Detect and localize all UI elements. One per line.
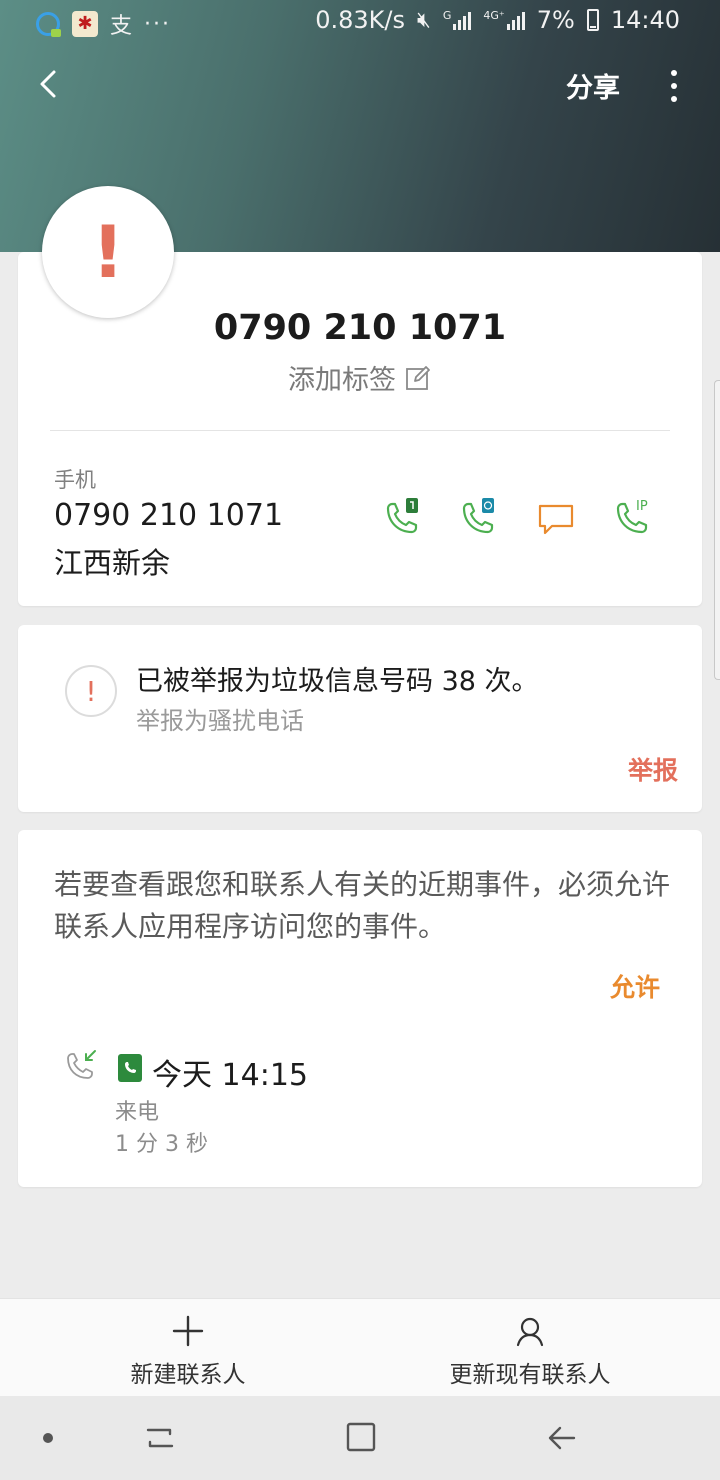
edit-icon — [406, 365, 430, 390]
add-tag-button[interactable]: 添加标签 — [18, 358, 702, 397]
spam-report-card: ! 已被举报为垃圾信息号码 38 次。 举报为骚扰电话 举报 — [18, 625, 702, 812]
call-type: 来电 — [115, 1100, 160, 1125]
ip-call-icon: IP — [616, 499, 648, 534]
top-app-bar: 分享 — [0, 56, 720, 116]
report-button[interactable]: 举报 — [628, 751, 678, 787]
message-icon — [538, 504, 574, 535]
more-dot-icon — [671, 70, 677, 76]
nav-dot-button[interactable] — [26, 1416, 70, 1460]
notification-app-icon-2: ✱ — [72, 11, 98, 37]
home-square-icon — [346, 1422, 376, 1452]
phone-type-label: 手机 — [54, 468, 96, 492]
ip-call-button[interactable]: IP — [610, 496, 654, 540]
person-icon — [516, 1317, 544, 1347]
call-sim2-button[interactable] — [456, 496, 500, 540]
clock: 14:40 — [610, 6, 680, 34]
signal-icon-2: 4G⁺ — [483, 10, 525, 30]
more-dot-icon — [671, 96, 677, 102]
home-button[interactable] — [338, 1416, 382, 1460]
battery-percent: 7% — [536, 6, 575, 34]
battery-icon — [586, 9, 599, 31]
contact-avatar: ! — [42, 186, 174, 318]
more-dot-icon — [671, 83, 677, 89]
call-sim1-button[interactable] — [380, 496, 424, 540]
new-contact-label: 新建联系人 — [130, 1362, 246, 1388]
dot-icon — [43, 1433, 53, 1443]
phone-number[interactable]: 0790 210 1071 — [54, 498, 283, 533]
new-contact-button[interactable]: 新建联系人 — [38, 1313, 338, 1389]
phone-call-icon — [386, 498, 418, 534]
update-contact-label: 更新现有联系人 — [449, 1362, 611, 1388]
alipay-icon: 支 — [110, 14, 133, 39]
phone-call-icon — [462, 498, 494, 534]
call-duration: 1 分 3 秒 — [115, 1132, 208, 1157]
recent-apps-icon — [146, 1428, 174, 1448]
send-message-button[interactable] — [534, 496, 578, 540]
more-options-button[interactable] — [664, 66, 684, 106]
sim-icon — [118, 1054, 142, 1082]
share-button[interactable]: 分享 — [566, 66, 620, 105]
more-notifications-icon: ··· — [144, 11, 171, 37]
update-contact-button[interactable]: 更新现有联系人 — [380, 1313, 680, 1389]
plus-icon — [172, 1315, 204, 1347]
status-bar: ✱ 支 ··· 0.83K/s 🔇︎ G 4G⁺ 7% 14:40 — [0, 0, 720, 44]
divider — [50, 430, 670, 431]
network-speed: 0.83K/s — [315, 6, 405, 34]
warning-icon: ! — [65, 665, 117, 717]
phone-region: 江西新余 — [54, 546, 171, 580]
spam-report-subtitle: 举报为骚扰电话 — [136, 707, 304, 735]
spam-report-title: 已被举报为垃圾信息号码 38 次。 — [136, 666, 539, 697]
events-permission-message: 若要查看跟您和联系人有关的近期事件，必须允许联系人应用程序访问您的事件。 — [54, 868, 671, 943]
nav-back-button[interactable] — [540, 1416, 584, 1460]
mute-icon: 🔇︎ — [417, 7, 431, 33]
signal-icon-1: G — [443, 10, 472, 30]
back-arrow-icon — [548, 1426, 576, 1450]
recent-apps-button[interactable] — [138, 1416, 182, 1460]
warning-icon: ! — [91, 210, 125, 294]
incoming-call-icon — [67, 1050, 96, 1079]
allow-button[interactable]: 允许 — [610, 968, 660, 1004]
navigation-bar — [0, 1396, 720, 1480]
recent-events-card: 若要查看跟您和联系人有关的近期事件，必须允许联系人应用程序访问您的事件。 允许 … — [18, 830, 702, 1187]
phone-icon — [125, 1062, 136, 1073]
back-button[interactable] — [28, 62, 72, 106]
svg-text:IP: IP — [636, 499, 648, 514]
call-time: 今天 14:15 — [152, 1058, 308, 1093]
add-tag-label: 添加标签 — [288, 365, 396, 396]
back-arrow-icon — [40, 70, 56, 98]
bottom-action-bar: 新建联系人 更新现有联系人 — [0, 1298, 720, 1396]
edge-panel-handle[interactable] — [714, 380, 720, 680]
notification-app-icon — [36, 12, 61, 37]
